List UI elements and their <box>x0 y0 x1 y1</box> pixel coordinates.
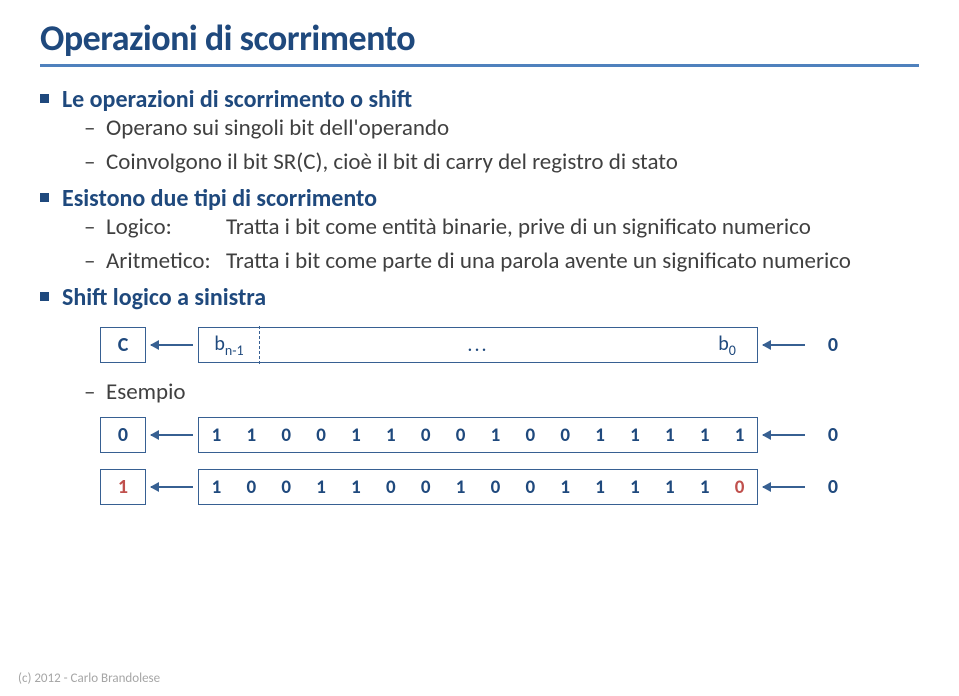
arrow-left-icon <box>146 434 198 436</box>
bullet-text: Le operazioni di scorrimento o shift <box>62 85 412 114</box>
sub-item: Coinvolgono il bit SR(C), cioè il bit di… <box>62 148 919 176</box>
arrow-left-icon <box>146 344 198 346</box>
bit-cell: 1 <box>583 418 618 452</box>
bit-cell: 1 <box>373 418 408 452</box>
bullet-text: Esistono due tipi di scorrimento <box>62 184 377 213</box>
bit-cell: 1 <box>234 418 269 452</box>
arrow-left-icon <box>758 434 810 436</box>
carry-box: 0 <box>100 417 146 453</box>
bit-register: 1 0 0 1 1 0 0 1 0 0 1 1 1 1 1 0 <box>198 469 758 505</box>
bit-cell: 1 <box>548 470 583 504</box>
bit-cell: 1 <box>618 470 653 504</box>
def-val-logico: Tratta i bit come entità binarie, prive … <box>226 213 919 241</box>
bit-cell: 0 <box>513 470 548 504</box>
bit-cell: 1 <box>583 470 618 504</box>
bit-cell: 1 <box>652 418 687 452</box>
input-bit: 0 <box>810 469 856 505</box>
bit-cell-shifted-in: 0 <box>722 470 757 504</box>
bit-cell: 0 <box>234 470 269 504</box>
bit-cell: 0 <box>373 470 408 504</box>
bullet-two-types: Esistono due tipi di scorrimento Logico:… <box>40 184 919 275</box>
bit-cell: 0 <box>408 418 443 452</box>
example-diagram: 0 1 1 0 0 1 1 0 0 1 0 0 1 1 1 1 1 0 <box>100 416 919 506</box>
def-key-logico: Logico: <box>106 213 226 241</box>
sub-item-aritmetico: Aritmetico: Tratta i bit come parte di u… <box>62 247 919 275</box>
sub-item-logico: Logico: Tratta i bit come entità binarie… <box>62 213 919 241</box>
footer-copyright: (c) 2012 - Carlo Brandolese <box>18 671 160 686</box>
bit-cell: 0 <box>269 470 304 504</box>
example-row-1: 0 1 1 0 0 1 1 0 0 1 0 0 1 1 1 1 1 0 <box>100 416 919 454</box>
bit-cell: 0 <box>304 418 339 452</box>
bit-cell: 1 <box>443 470 478 504</box>
def-key-arit: Aritmetico: <box>106 247 226 275</box>
bit-cell: 1 <box>199 418 234 452</box>
bit-cell: 1 <box>687 418 722 452</box>
carry-box: 1 <box>100 469 146 505</box>
page-title: Operazioni di scorrimento <box>40 16 919 60</box>
bit-cell: 1 <box>722 418 757 452</box>
bit-cell: 1 <box>199 470 234 504</box>
bit-cell: 1 <box>478 418 513 452</box>
shift-diagram: C bn-1 ... b0 0 <box>100 326 919 364</box>
input-zero: 0 <box>810 327 856 363</box>
bit-cell: 1 <box>339 418 374 452</box>
title-divider <box>40 64 919 67</box>
bit-cell: 0 <box>513 418 548 452</box>
diagram-row-generic: C bn-1 ... b0 0 <box>100 326 919 364</box>
sub-item-esempio: Esempio <box>62 378 919 406</box>
dashed-divider <box>259 326 260 364</box>
bit-cell: 1 <box>304 470 339 504</box>
bit-lsb-label: b0 <box>697 332 757 359</box>
register-box: bn-1 ... b0 <box>198 327 758 363</box>
input-bit: 0 <box>810 417 856 453</box>
bit-cell: 1 <box>652 470 687 504</box>
bit-cell: 1 <box>618 418 653 452</box>
example-row-2: 1 1 0 0 1 1 0 0 1 0 0 1 1 1 1 1 0 0 <box>100 468 919 506</box>
arrow-left-icon <box>146 486 198 488</box>
bit-cell: 0 <box>548 418 583 452</box>
carry-box: C <box>100 327 146 363</box>
arrow-left-icon <box>758 344 810 346</box>
def-val-arit: Tratta i bit come parte di una parola av… <box>226 247 919 275</box>
sub-item: Operano sui singoli bit dell'operando <box>62 114 919 142</box>
ellipsis: ... <box>259 333 697 357</box>
bit-cell: 0 <box>443 418 478 452</box>
bit-cell: 1 <box>339 470 374 504</box>
bit-cell: 0 <box>408 470 443 504</box>
bit-cell: 1 <box>687 470 722 504</box>
bit-cell: 0 <box>478 470 513 504</box>
bullet-shift-left: Shift logico a sinistra <box>40 283 919 312</box>
bullet-text: Shift logico a sinistra <box>62 283 266 312</box>
bit-msb-label: bn-1 <box>199 332 259 359</box>
bullet-shift-ops: Le operazioni di scorrimento o shift Ope… <box>40 85 919 176</box>
bit-register: 1 1 0 0 1 1 0 0 1 0 0 1 1 1 1 1 <box>198 417 758 453</box>
bit-cell: 0 <box>269 418 304 452</box>
arrow-left-icon <box>758 486 810 488</box>
